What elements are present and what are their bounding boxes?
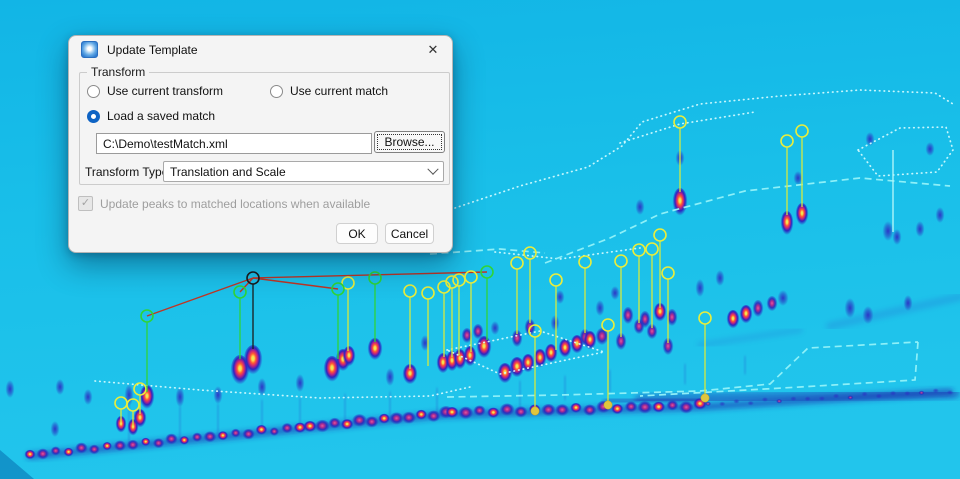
peak-blob	[716, 270, 725, 286]
peak-blob	[551, 315, 560, 331]
peak-blob	[753, 300, 764, 318]
peak-blob	[883, 221, 894, 241]
radio-circle[interactable]	[270, 85, 283, 98]
peak-blob	[343, 346, 356, 368]
peak-blob	[6, 380, 15, 398]
radio-use-current-transform[interactable]: Use current transform	[87, 84, 223, 98]
peak-blob	[84, 389, 93, 405]
peak-blob	[904, 295, 913, 311]
dialog-title: Update Template	[107, 43, 198, 57]
peak-blob	[244, 345, 263, 377]
radio-label: Use current transform	[107, 84, 223, 98]
ok-button[interactable]: OK	[336, 223, 378, 244]
peak-blob	[636, 199, 645, 215]
peak-blob	[214, 386, 223, 404]
peak-blob	[51, 421, 60, 437]
peak-blob	[727, 310, 740, 330]
transform-group-label: Transform	[87, 65, 149, 79]
peak-blob	[491, 321, 500, 335]
checkbox-checked-disabled: ✓	[78, 196, 93, 211]
peak-blob	[863, 306, 874, 324]
peak-blob	[794, 171, 803, 185]
peak-blob	[125, 384, 134, 406]
update-template-icon	[81, 41, 98, 58]
peak-blob	[176, 387, 185, 407]
peak-blob	[696, 279, 705, 297]
transform-type-dropdown[interactable]: Translation and Scale	[163, 161, 444, 182]
peak-blob	[623, 307, 634, 325]
peak-blob	[845, 298, 856, 318]
browse-button-label: Browse...	[384, 135, 434, 149]
peak-blob	[559, 339, 572, 359]
transform-type-value: Translation and Scale	[170, 165, 429, 179]
peak-blob	[926, 142, 935, 156]
peak-blob	[740, 305, 753, 325]
match-file-path-input[interactable]	[96, 133, 372, 154]
dialog-titlebar[interactable]: Update Template ✕	[69, 36, 452, 63]
peak-blob	[767, 296, 778, 312]
ok-button-label: OK	[348, 227, 365, 241]
radio-load-saved-match[interactable]: Load a saved match	[87, 109, 215, 123]
peak-blob	[296, 374, 305, 392]
peak-blob	[584, 331, 597, 351]
radio-use-current-match[interactable]: Use current match	[270, 84, 388, 98]
peak-blob	[893, 229, 902, 245]
peak-blob	[522, 354, 535, 374]
checkbox-label: Update peaks to matched locations when a…	[100, 197, 370, 211]
close-icon[interactable]: ✕	[422, 39, 444, 61]
chevron-down-icon	[427, 163, 438, 174]
browse-button[interactable]: Browse...	[374, 131, 445, 153]
transform-type-label: Transform Type:	[85, 165, 172, 179]
radio-circle[interactable]	[87, 85, 100, 98]
peak-blob	[56, 379, 65, 395]
cancel-button[interactable]: Cancel	[385, 223, 434, 244]
update-template-dialog: Update Template ✕ Transform Use current …	[68, 35, 453, 253]
radio-label: Use current match	[290, 84, 388, 98]
peak-blob	[778, 290, 789, 306]
radio-label: Load a saved match	[107, 109, 215, 123]
peak-blob	[596, 300, 605, 316]
peak-blob	[477, 336, 492, 360]
transform-groupbox: Transform Use current transform Use curr…	[79, 72, 450, 185]
peak-blob	[936, 207, 945, 223]
cancel-button-label: Cancel	[391, 227, 428, 241]
peak-blob	[673, 188, 688, 218]
peak-blob	[464, 346, 477, 368]
peak-blob	[611, 286, 620, 300]
peak-blob	[571, 335, 584, 355]
radio-circle-selected[interactable]	[87, 110, 100, 123]
peak-blob	[640, 311, 651, 329]
update-peaks-checkbox-row: ✓ Update peaks to matched locations when…	[78, 196, 370, 211]
peak-blob	[916, 221, 925, 237]
peak-blob	[556, 290, 565, 304]
peak-blob	[386, 368, 395, 386]
